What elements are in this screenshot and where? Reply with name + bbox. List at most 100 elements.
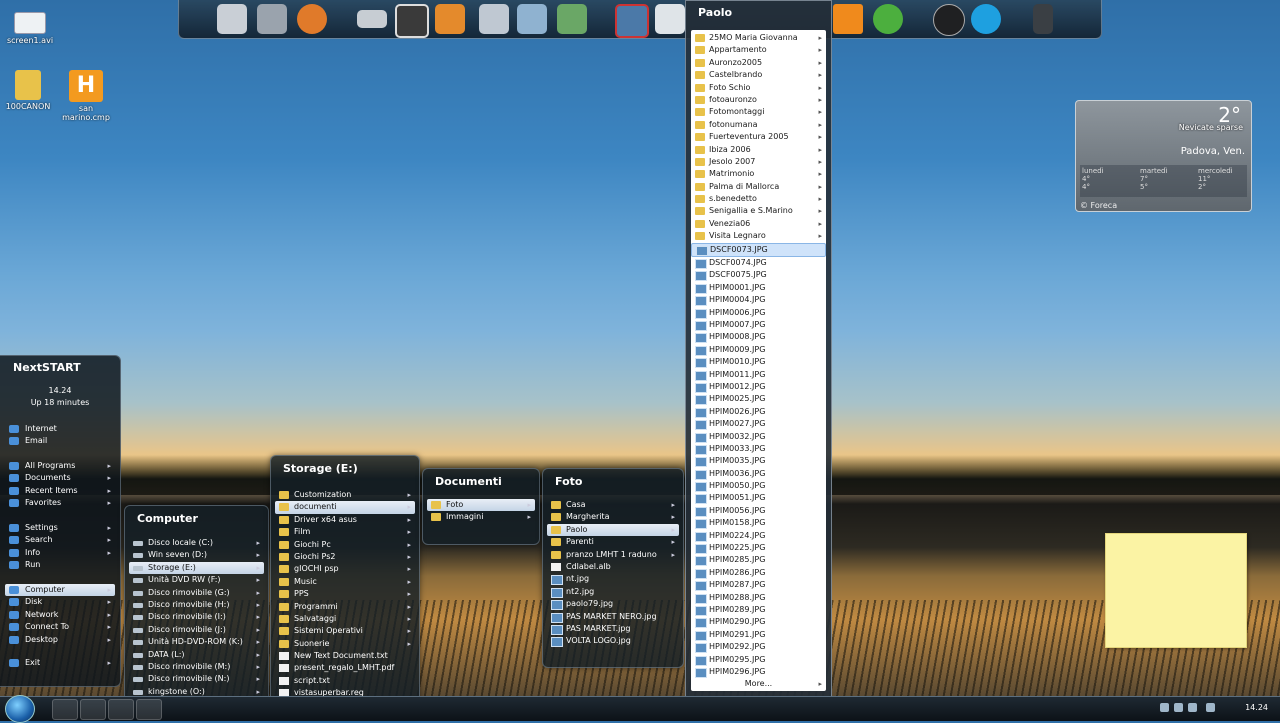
menu-item[interactable]: Connect To ▸ xyxy=(5,621,115,633)
folder-item[interactable]: gIOCHI psp ▸ xyxy=(275,563,415,575)
image-item[interactable]: HPIM0010.JPG xyxy=(691,356,826,369)
folder-item[interactable]: Customization ▸ xyxy=(275,489,415,501)
image-item[interactable]: nt2.jpg xyxy=(547,586,679,598)
remote-desktop-icon[interactable] xyxy=(615,4,649,38)
image-item[interactable]: HPIM0012.JPG xyxy=(691,381,826,393)
menu-item[interactable]: Documents ▸ xyxy=(5,472,115,484)
folder-item[interactable]: Parenti ▸ xyxy=(547,536,679,548)
volume-icon[interactable] xyxy=(1206,703,1215,712)
image-item[interactable]: HPIM0287.JPG xyxy=(691,579,826,592)
menu-item[interactable]: Favorites ▸ xyxy=(5,497,115,509)
menu-item[interactable]: Internet xyxy=(5,423,115,435)
drive-item[interactable]: DATA (L:) ▸ xyxy=(129,649,264,661)
folder-item[interactable]: Giochi Ps2 ▸ xyxy=(275,551,415,563)
more-link[interactable]: More... ▸ xyxy=(691,678,826,690)
vlc-icon[interactable] xyxy=(833,4,863,34)
folder-item[interactable]: Foto ▸ xyxy=(427,499,535,512)
taskbar-app-button[interactable] xyxy=(80,699,106,720)
photo-gallery-icon[interactable] xyxy=(435,4,465,34)
folder-item[interactable]: Ibiza 2006 ▸ xyxy=(691,144,826,156)
folder-item[interactable]: Film ▸ xyxy=(275,526,415,538)
desktop-icon-san-marino[interactable]: H san marino.cmp xyxy=(56,70,116,122)
folder-item[interactable]: Fotomontaggi ▸ xyxy=(691,106,826,118)
menu-item[interactable]: Network ▸ xyxy=(5,609,115,621)
folder-item[interactable]: Venezia06 ▸ xyxy=(691,218,826,230)
image-item[interactable]: PAS MARKET.jpg xyxy=(547,623,679,635)
folder-item[interactable]: PPS ▸ xyxy=(275,588,415,600)
folder-item[interactable]: Driver x64 asus ▸ xyxy=(275,514,415,526)
image-item[interactable]: HPIM0032.JPG xyxy=(691,431,826,443)
image-item[interactable]: HPIM0295.JPG xyxy=(691,654,826,666)
image-item[interactable]: HPIM0035.JPG xyxy=(691,455,826,468)
image-item[interactable]: HPIM0289.JPG xyxy=(691,604,826,616)
image-item[interactable]: HPIM0011.JPG xyxy=(691,369,826,381)
image-item[interactable]: HPIM0050.JPG xyxy=(691,480,826,493)
folder-item[interactable]: Fuerteventura 2005 ▸ xyxy=(691,131,826,143)
image-item[interactable]: VOLTA LOGO.jpg xyxy=(547,635,679,648)
folder-item[interactable]: fotonumana ▸ xyxy=(691,119,826,131)
image-item[interactable]: HPIM0291.JPG xyxy=(691,629,826,641)
recycle-bin-icon[interactable] xyxy=(1033,4,1053,34)
taskbar-app-button[interactable] xyxy=(52,699,78,720)
image-item[interactable]: HPIM0288.JPG xyxy=(691,592,826,604)
folder-item[interactable]: Sistemi Operativi ▸ xyxy=(275,625,415,637)
menu-item[interactable]: Desktop ▸ xyxy=(5,634,115,646)
image-item[interactable]: DSCF0075.JPG xyxy=(691,269,826,282)
doc-item[interactable]: present_regalo_LMHT.pdf xyxy=(275,662,415,674)
image-item[interactable]: HPIM0033.JPG xyxy=(691,443,826,455)
music-icon[interactable] xyxy=(479,4,509,34)
menu-item[interactable]: Email xyxy=(5,435,115,447)
image-item[interactable]: DSCF0073.JPG xyxy=(691,242,826,258)
menu-item[interactable]: All Programs ▸ xyxy=(5,460,115,472)
desktop-icon-screen1[interactable]: screen1.avi xyxy=(0,12,60,45)
folder-item[interactable]: Margherita ▸ xyxy=(547,511,679,523)
folder-item[interactable]: Immagini ▸ xyxy=(427,511,535,523)
drive-item[interactable]: Win seven (D:) ▸ xyxy=(129,549,264,561)
folder-item[interactable]: Palma di Mallorca ▸ xyxy=(691,181,826,193)
drive-item[interactable]: Disco rimovibile (I:) ▸ xyxy=(129,611,264,623)
doc-item[interactable]: script.txt xyxy=(275,675,415,687)
folder-item[interactable]: Visita Legnaro ▸ xyxy=(691,230,826,242)
tray-icon[interactable] xyxy=(1160,703,1169,712)
menu-item[interactable]: Settings ▸ xyxy=(5,522,115,534)
taskbar-app-button[interactable] xyxy=(108,699,134,720)
sticky-note[interactable] xyxy=(1105,533,1247,648)
drive-item[interactable]: Disco rimovibile (G:) ▸ xyxy=(129,587,264,599)
folder-item[interactable]: Jesolo 2007 ▸ xyxy=(691,156,826,168)
folder-item[interactable]: Programmi ▸ xyxy=(275,601,415,613)
folder-item[interactable]: Music ▸ xyxy=(275,576,415,588)
image-item[interactable]: HPIM0051.JPG xyxy=(691,492,826,505)
image-item[interactable]: HPIM0290.JPG xyxy=(691,616,826,629)
image-item[interactable]: HPIM0004.JPG xyxy=(691,294,826,307)
folder-item[interactable]: Appartamento ▸ xyxy=(691,44,826,56)
menu-item[interactable]: Computer ▸ xyxy=(5,584,115,597)
photos-icon[interactable] xyxy=(395,4,429,38)
image-item[interactable]: PAS MARKET NERO.jpg xyxy=(547,611,679,623)
image-item[interactable]: HPIM0027.JPG xyxy=(691,418,826,431)
doc-item[interactable]: New Text Document.txt xyxy=(275,650,415,662)
menu-item[interactable]: Run xyxy=(5,559,115,571)
tray-icon[interactable] xyxy=(1188,703,1197,712)
drive-item[interactable]: Disco rimovibile (H:) ▸ xyxy=(129,599,264,611)
tools-icon[interactable] xyxy=(257,4,287,34)
image-item[interactable]: HPIM0008.JPG xyxy=(691,331,826,344)
image-item[interactable]: HPIM0158.JPG xyxy=(691,517,826,530)
image-item[interactable]: HPIM0025.JPG xyxy=(691,393,826,406)
folder-item[interactable]: documenti ▸ xyxy=(275,501,415,514)
desktop-icon-100canon[interactable]: 100CANON xyxy=(0,70,58,111)
drive-item[interactable]: Unità DVD RW (F:) ▸ xyxy=(129,574,264,586)
drive-item[interactable]: Disco rimovibile (N:) ▸ xyxy=(129,673,264,685)
image-item[interactable]: HPIM0001.JPG xyxy=(691,282,826,294)
image-item[interactable]: HPIM0026.JPG xyxy=(691,406,826,418)
menu-item[interactable]: Exit ▸ xyxy=(5,657,115,669)
drive-item[interactable]: Storage (E:) ▸ xyxy=(129,561,264,575)
folder-item[interactable]: 25MO Maria Giovanna ▸ xyxy=(691,32,826,44)
menu-item[interactable]: Info ▸ xyxy=(5,547,115,559)
image-item[interactable]: HPIM0036.JPG xyxy=(691,468,826,480)
drive-item[interactable]: Disco locale (C:) ▸ xyxy=(129,537,264,549)
drive-icon[interactable] xyxy=(357,10,387,28)
menu-item[interactable]: Recent Items ▸ xyxy=(5,485,115,497)
folder-item[interactable]: Giochi Pc ▸ xyxy=(275,539,415,551)
doc-item[interactable]: Cdlabel.alb xyxy=(547,561,679,573)
image-item[interactable]: paolo79.jpg xyxy=(547,598,679,611)
